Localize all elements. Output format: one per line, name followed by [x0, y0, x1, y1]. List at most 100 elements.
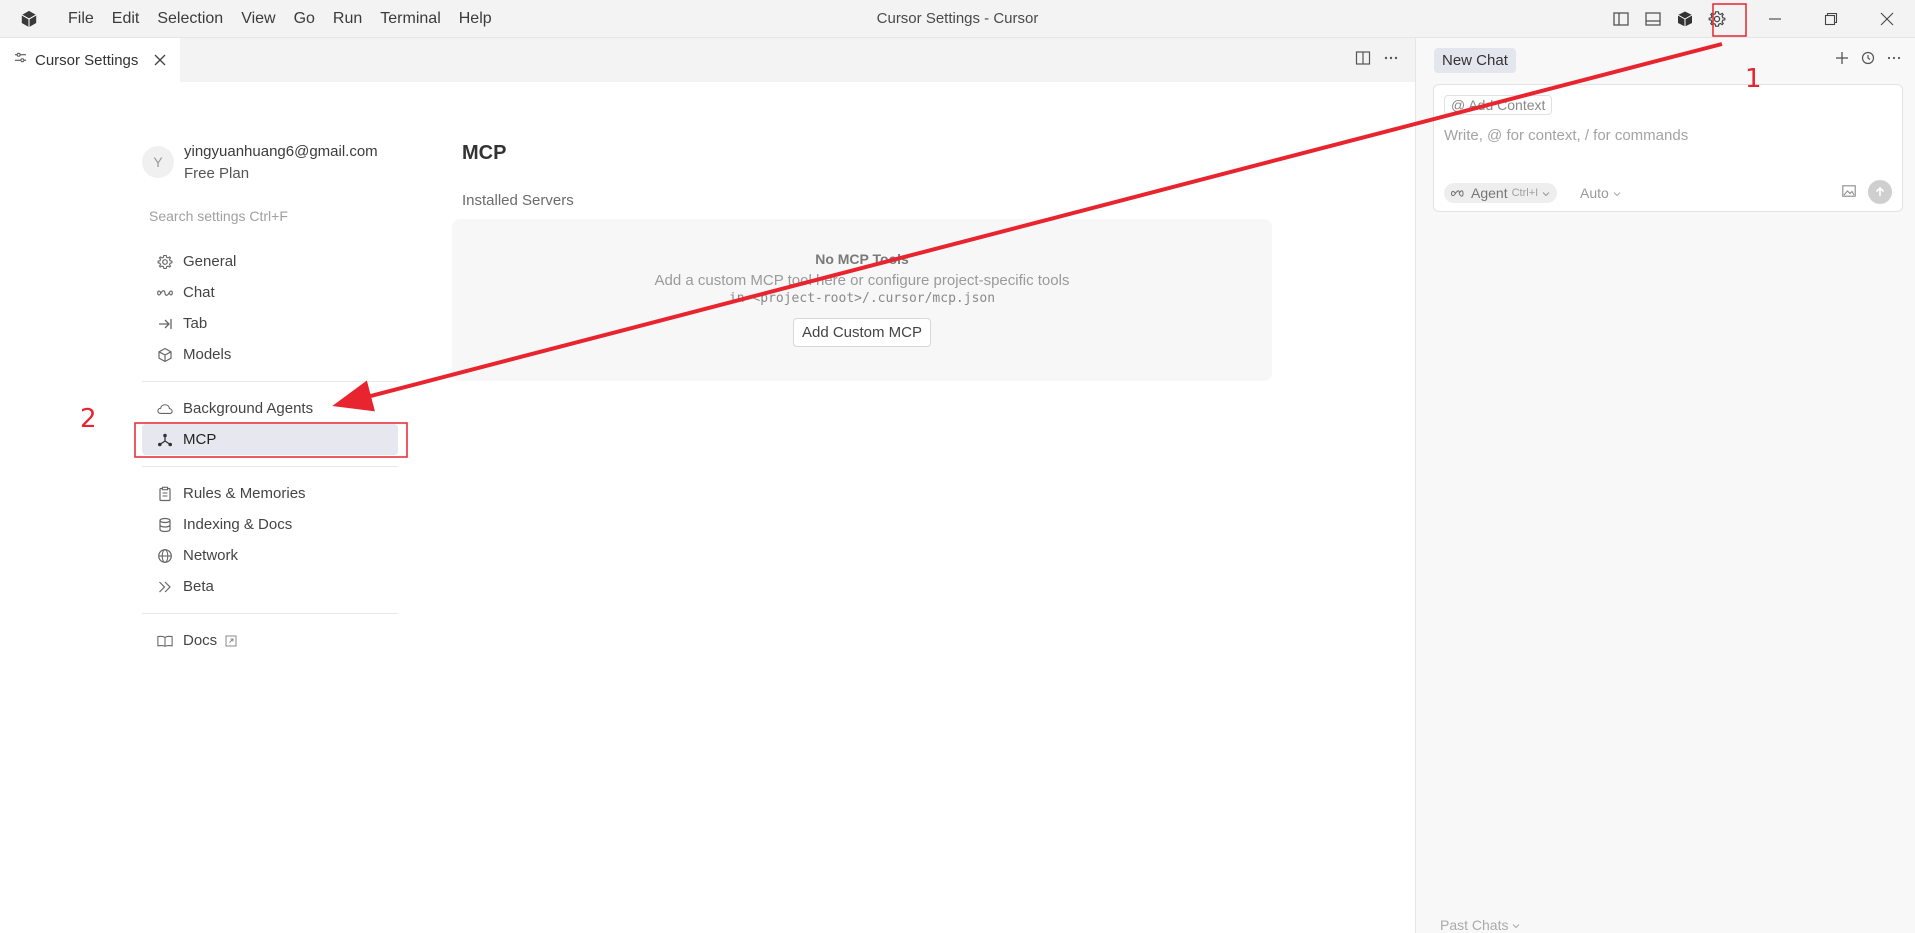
database-icon	[156, 516, 174, 534]
sidebar-item-chat[interactable]: Chat	[142, 277, 398, 308]
sidebar-item-label: Chat	[183, 284, 215, 301]
sidebar-item-beta[interactable]: Beta	[142, 571, 398, 602]
infinity-icon	[1450, 185, 1467, 201]
add-context-button[interactable]: @ Add Context	[1444, 95, 1553, 115]
chat-tab-new-chat[interactable]: New Chat	[1434, 47, 1516, 73]
restore-button[interactable]	[1803, 0, 1859, 38]
menu-edit[interactable]: Edit	[103, 0, 149, 38]
nav-divider	[142, 613, 398, 614]
past-chats-toggle[interactable]: Past Chats	[1440, 917, 1520, 933]
model-select[interactable]: Auto	[1580, 185, 1621, 201]
title-actions	[1605, 0, 1915, 38]
mcp-empty-card: No MCP Tools Add a custom MCP tool here …	[452, 219, 1272, 381]
avatar: Y	[142, 146, 174, 178]
tab-arrow-icon	[156, 315, 174, 333]
sidebar-item-label: Docs	[183, 632, 218, 649]
settings-gear-icon[interactable]	[1701, 3, 1733, 35]
page-title: MCP	[462, 142, 507, 164]
account-email: yingyuanhuang6@gmail.com	[184, 143, 378, 160]
nav-divider	[142, 466, 398, 467]
toggle-panel-icon[interactable]	[1637, 3, 1669, 35]
close-icon[interactable]	[154, 54, 166, 66]
editor-actions	[1355, 38, 1399, 82]
infinity-icon	[156, 284, 174, 302]
settings-sliders-icon	[14, 51, 27, 69]
chat-input[interactable]: Write, @ for context, / for commands	[1444, 127, 1688, 144]
empty-description: Add a custom MCP tool here or configure …	[654, 272, 1070, 289]
agent-shortcut: Ctrl+I	[1511, 187, 1539, 199]
chevron-down-icon	[1542, 185, 1550, 201]
chevron-down-icon	[1512, 917, 1520, 933]
sidebar-item-tab[interactable]: Tab	[142, 308, 398, 339]
sidebar-item-background-agents[interactable]: Background Agents	[142, 393, 398, 424]
menu-run[interactable]: Run	[324, 0, 371, 38]
plus-icon[interactable]	[1835, 51, 1849, 70]
sidebar-item-models[interactable]: Models	[142, 339, 398, 370]
menu-bar: File Edit Selection View Go Run Terminal Help	[59, 0, 501, 38]
send-button[interactable]	[1868, 180, 1892, 204]
add-context-label: Add Context	[1468, 97, 1546, 113]
close-window-button[interactable]	[1859, 0, 1915, 38]
editor-tab-bar: Cursor Settings	[0, 38, 1415, 82]
sidebar-item-label: Rules & Memories	[183, 485, 306, 502]
split-editor-icon[interactable]	[1355, 50, 1371, 71]
installed-servers-label: Installed Servers	[462, 192, 574, 209]
empty-path: in <project-root>/.cursor/mcp.json	[728, 291, 996, 306]
more-actions-icon[interactable]	[1383, 50, 1399, 71]
sidebar-item-label: MCP	[183, 431, 217, 448]
cube-toolbar-icon[interactable]	[1669, 3, 1701, 35]
sidebar-item-indexing-docs[interactable]: Indexing & Docs	[142, 509, 398, 540]
chat-pane: New Chat @ Add Context Write, @ for cont…	[1415, 38, 1915, 933]
double-chevron-icon	[156, 578, 174, 596]
chat-header-actions	[1835, 46, 1901, 74]
menu-go[interactable]: Go	[285, 0, 324, 38]
image-attach-icon[interactable]	[1842, 184, 1856, 202]
sidebar-item-docs[interactable]: Docs	[142, 625, 398, 656]
sidebar-item-label: General	[183, 253, 237, 270]
agent-label: Agent	[1471, 185, 1508, 201]
past-chats-label: Past Chats	[1440, 917, 1509, 933]
sidebar-item-label: Tab	[183, 315, 208, 332]
tab-cursor-settings[interactable]: Cursor Settings	[0, 38, 180, 82]
gear-icon	[156, 253, 174, 271]
mcp-nodes-icon	[156, 431, 174, 449]
nav-divider	[142, 381, 398, 382]
menu-terminal[interactable]: Terminal	[371, 0, 449, 38]
sidebar-item-label: Network	[183, 547, 239, 564]
more-icon[interactable]	[1887, 51, 1901, 70]
model-label: Auto	[1580, 185, 1609, 201]
book-icon	[156, 632, 174, 650]
add-custom-mcp-button[interactable]: Add Custom MCP	[792, 318, 932, 347]
search-settings-input[interactable]: Search settings Ctrl+F	[149, 208, 406, 228]
sidebar-item-rules-memories[interactable]: Rules & Memories	[142, 478, 398, 509]
annotation-step-1: 1	[1745, 64, 1762, 94]
account-plan: Free Plan	[184, 165, 250, 182]
minimize-button[interactable]	[1747, 0, 1803, 38]
chevron-down-icon	[1613, 185, 1621, 201]
menu-selection[interactable]: Selection	[148, 0, 232, 38]
annotation-step-2: 2	[80, 404, 97, 434]
tab-label: Cursor Settings	[35, 51, 139, 69]
chat-input-box[interactable]: @ Add Context Write, @ for context, / fo…	[1433, 84, 1903, 212]
menu-file[interactable]: File	[59, 0, 103, 38]
sidebar-item-label: Indexing & Docs	[183, 516, 293, 533]
sidebar-item-network[interactable]: Network	[142, 540, 398, 571]
toggle-primary-sidebar-icon[interactable]	[1605, 3, 1637, 35]
cube-icon	[156, 346, 174, 364]
menu-help[interactable]: Help	[450, 0, 501, 38]
clipboard-icon	[156, 485, 174, 503]
sidebar-item-label: Beta	[183, 578, 214, 595]
globe-icon	[156, 547, 174, 565]
sidebar-item-general[interactable]: General	[142, 246, 398, 277]
cursor-logo-icon	[19, 9, 39, 29]
sidebar-item-mcp[interactable]: MCP	[142, 424, 398, 455]
menu-view[interactable]: View	[232, 0, 284, 38]
external-link-icon	[225, 635, 237, 647]
agent-mode-select[interactable]: Agent Ctrl+I	[1444, 183, 1558, 203]
history-icon[interactable]	[1861, 51, 1875, 70]
account-info: Y yingyuanhuang6@gmail.com Free Plan	[142, 130, 406, 182]
title-bar: File Edit Selection View Go Run Terminal Help C…	[0, 0, 1915, 38]
sidebar-item-label: Background Agents	[183, 400, 314, 417]
cloud-icon	[156, 400, 174, 418]
sidebar-item-label: Models	[183, 346, 232, 363]
